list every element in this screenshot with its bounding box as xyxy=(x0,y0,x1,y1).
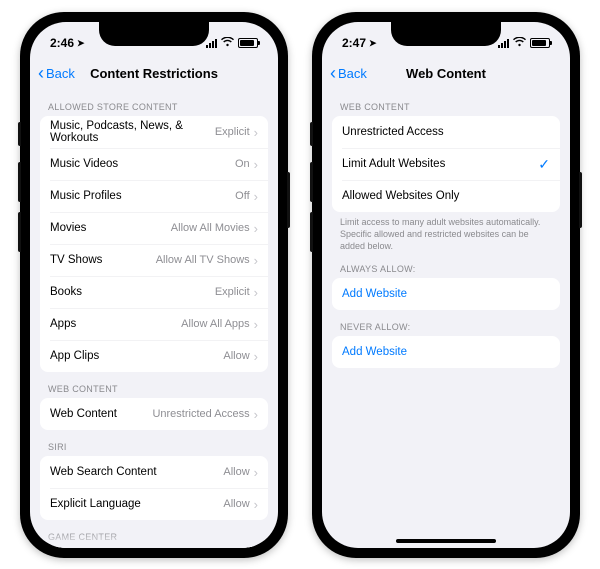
power-button xyxy=(579,172,582,228)
group-web: Web ContentUnrestricted Access› xyxy=(40,398,268,430)
nav-bar: ‹ Back Content Restrictions xyxy=(30,56,278,90)
status-time: 2:46 xyxy=(50,36,74,50)
row-music-profiles[interactable]: Music ProfilesOff› xyxy=(40,180,268,212)
option-limit-adult[interactable]: Limit Adult Websites✓ xyxy=(332,148,560,180)
row-books[interactable]: BooksExplicit› xyxy=(40,276,268,308)
cellular-icon xyxy=(498,38,509,48)
volume-up-button xyxy=(18,162,21,202)
content-right[interactable]: WEB CONTENT Unrestricted Access Limit Ad… xyxy=(322,90,570,548)
add-website-never[interactable]: Add Website xyxy=(332,336,560,368)
chevron-right-icon: › xyxy=(254,221,258,236)
location-icon: ➤ xyxy=(369,38,377,49)
chevron-right-icon: › xyxy=(254,125,258,140)
section-header: ALWAYS ALLOW: xyxy=(332,252,560,278)
power-button xyxy=(287,172,290,228)
row-music-videos[interactable]: Music VideosOn› xyxy=(40,148,268,180)
chevron-right-icon: › xyxy=(254,407,258,422)
battery-icon xyxy=(530,38,550,48)
cellular-icon xyxy=(206,38,217,48)
row-explicit-lang[interactable]: Explicit LanguageAllow› xyxy=(40,488,268,520)
chevron-right-icon: › xyxy=(254,253,258,268)
wifi-icon xyxy=(513,37,526,50)
back-label: Back xyxy=(338,66,367,81)
check-icon: ✓ xyxy=(538,156,550,173)
back-button[interactable]: ‹ Back xyxy=(330,64,367,82)
screen-left: 2:46 ➤ ‹ Back Content Restrictions ALLOW… xyxy=(30,22,278,548)
phone-right: 2:47 ➤ ‹ Back Web Content WEB CONTENT Un… xyxy=(312,12,580,558)
chevron-left-icon: ‹ xyxy=(330,64,336,82)
section-header: SIRI xyxy=(40,430,268,456)
option-unrestricted[interactable]: Unrestricted Access xyxy=(332,116,560,148)
row-music[interactable]: Music, Podcasts, News, & WorkoutsExplici… xyxy=(40,116,268,148)
section-header: GAME CENTER xyxy=(40,520,268,546)
group-gamecenter: Multiplayer GamesAllow with Everyone› Ad… xyxy=(40,546,268,548)
battery-icon xyxy=(238,38,258,48)
option-allowed-only[interactable]: Allowed Websites Only xyxy=(332,180,560,212)
wifi-icon xyxy=(221,37,234,50)
content-left[interactable]: ALLOWED STORE CONTENT Music, Podcasts, N… xyxy=(30,90,278,548)
row-web-content[interactable]: Web ContentUnrestricted Access› xyxy=(40,398,268,430)
volume-up-button xyxy=(310,162,313,202)
group-siri: Web Search ContentAllow› Explicit Langua… xyxy=(40,456,268,520)
back-label: Back xyxy=(46,66,75,81)
chevron-right-icon: › xyxy=(254,285,258,300)
row-multiplayer[interactable]: Multiplayer GamesAllow with Everyone› xyxy=(40,546,268,548)
chevron-right-icon: › xyxy=(254,317,258,332)
row-tv-shows[interactable]: TV ShowsAllow All TV Shows› xyxy=(40,244,268,276)
back-button[interactable]: ‹ Back xyxy=(38,64,75,82)
volume-down-button-2 xyxy=(310,212,313,252)
section-header: WEB CONTENT xyxy=(332,90,560,116)
section-footer: Limit access to many adult websites auto… xyxy=(332,212,560,252)
group-always-allow: Add Website xyxy=(332,278,560,310)
group-options: Unrestricted Access Limit Adult Websites… xyxy=(332,116,560,212)
volume-down-button-2 xyxy=(18,212,21,252)
status-time: 2:47 xyxy=(342,36,366,50)
section-header: ALLOWED STORE CONTENT xyxy=(40,90,268,116)
section-header: NEVER ALLOW: xyxy=(332,310,560,336)
chevron-right-icon: › xyxy=(254,189,258,204)
add-website-always[interactable]: Add Website xyxy=(332,278,560,310)
chevron-right-icon: › xyxy=(254,497,258,512)
row-apps[interactable]: AppsAllow All Apps› xyxy=(40,308,268,340)
volume-down-button xyxy=(18,122,21,146)
home-indicator xyxy=(396,539,496,543)
chevron-left-icon: ‹ xyxy=(38,64,44,82)
notch xyxy=(391,22,501,46)
nav-bar: ‹ Back Web Content xyxy=(322,56,570,90)
group-store: Music, Podcasts, News, & WorkoutsExplici… xyxy=(40,116,268,372)
row-movies[interactable]: MoviesAllow All Movies› xyxy=(40,212,268,244)
location-icon: ➤ xyxy=(77,38,85,49)
screen-right: 2:47 ➤ ‹ Back Web Content WEB CONTENT Un… xyxy=(322,22,570,548)
section-header: WEB CONTENT xyxy=(40,372,268,398)
notch xyxy=(99,22,209,46)
chevron-right-icon: › xyxy=(254,157,258,172)
volume-down-button xyxy=(310,122,313,146)
chevron-right-icon: › xyxy=(254,349,258,364)
group-never-allow: Add Website xyxy=(332,336,560,368)
row-web-search[interactable]: Web Search ContentAllow› xyxy=(40,456,268,488)
chevron-right-icon: › xyxy=(254,465,258,480)
phone-left: 2:46 ➤ ‹ Back Content Restrictions ALLOW… xyxy=(20,12,288,558)
row-app-clips[interactable]: App ClipsAllow› xyxy=(40,340,268,372)
